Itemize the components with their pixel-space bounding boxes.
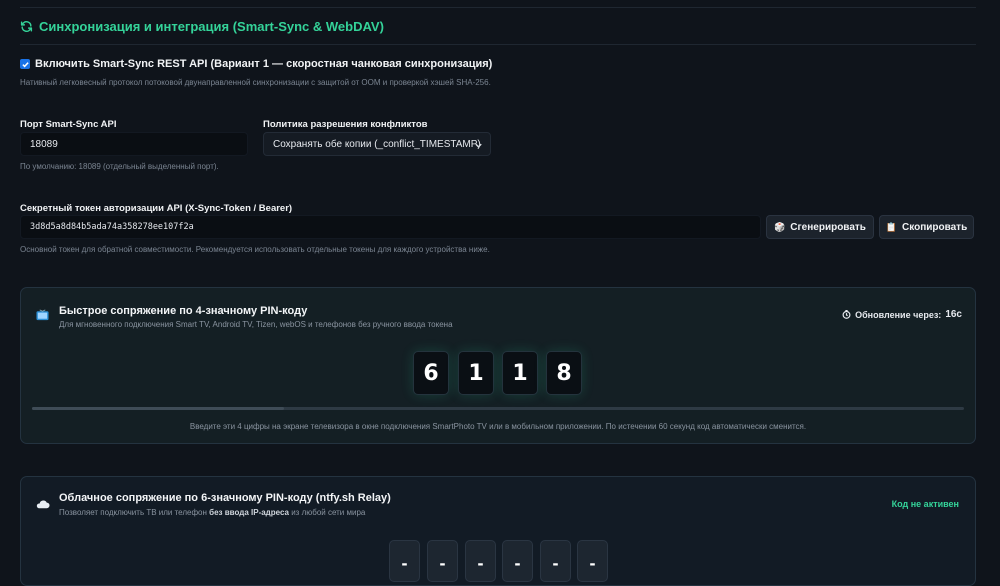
conflict-policy-select[interactable]: Сохранять обе копии (_conflict_TIMESTAMP…	[263, 132, 491, 156]
pin4-card: Быстрое сопряжение по 4-значному PIN-код…	[20, 287, 976, 444]
pin6-subtitle-pre: Позволяет подключить ТВ или телефон	[59, 508, 210, 517]
enable-api-hint: Нативный легковесный протокол потоковой …	[20, 78, 491, 87]
pin4-subtitle: Для мгновенного подключения Smart TV, An…	[59, 320, 453, 329]
pin6-digit: -	[389, 540, 420, 582]
conflict-policy-value: Сохранять обе копии (_conflict_TIMESTAMP…	[273, 138, 481, 150]
cloud-icon	[36, 500, 50, 509]
pin4-timer-value: 16с	[945, 309, 962, 320]
pin6-subtitle: Позволяет подключить ТВ или телефон без …	[59, 508, 365, 517]
section-title-text: Синхронизация и интеграция (Smart-Sync &…	[39, 19, 384, 34]
pin6-subtitle-bold: без ввода IP-адреса	[209, 508, 289, 517]
token-input[interactable]: 3d8d5a8d84b5ada74a358278ee107f2a	[20, 215, 761, 239]
pin4-progress-bar	[32, 407, 964, 410]
pin4-digit: 8	[546, 351, 582, 395]
port-hint: По умолчанию: 18089 (отдельный выделенны…	[20, 162, 219, 171]
checkmark-icon	[21, 61, 29, 67]
dice-icon: 🎲	[774, 221, 786, 232]
pin6-card: Облачное сопряжение по 6-значному PIN-ко…	[20, 476, 976, 586]
pin4-timer-label: Обновление через:	[855, 309, 942, 320]
top-divider	[20, 7, 976, 8]
generate-token-label: Сгенерировать	[790, 221, 866, 233]
enable-api-row[interactable]: Включить Smart-Sync REST API (Вариант 1 …	[20, 58, 492, 70]
pin6-digit: -	[427, 540, 458, 582]
port-label: Порт Smart-Sync API	[20, 119, 117, 130]
conflict-policy-label: Политика разрешения конфликтов	[263, 119, 428, 130]
enable-api-label: Включить Smart-Sync REST API (Вариант 1 …	[35, 58, 493, 70]
port-input[interactable]: 18089	[20, 132, 248, 156]
port-value: 18089	[30, 138, 58, 150]
copy-token-button[interactable]: 📋 Скопировать	[879, 215, 974, 239]
clipboard-icon: 📋	[885, 221, 897, 232]
section-divider	[20, 44, 976, 45]
pin6-digit: -	[465, 540, 496, 582]
copy-token-label: Скопировать	[901, 221, 968, 233]
pin4-digit: 1	[502, 351, 538, 395]
sync-icon	[20, 21, 33, 32]
pin6-title: Облачное сопряжение по 6-значному PIN-ко…	[59, 492, 391, 504]
token-label: Секретный токен авторизации API (X-Sync-…	[20, 203, 293, 214]
pin4-digit: 1	[458, 351, 494, 395]
enable-api-checkbox[interactable]	[20, 59, 30, 69]
pin6-status: Код не активен	[891, 499, 959, 509]
pin4-title: Быстрое сопряжение по 4-значному PIN-код…	[59, 305, 308, 317]
pin4-footer: Введите эти 4 цифры на экране телевизора…	[189, 422, 807, 431]
tv-icon	[36, 309, 49, 321]
chevron-down-icon	[475, 143, 482, 148]
pin6-digit: -	[502, 540, 533, 582]
pin6-subtitle-post: из любой сети мира	[288, 508, 366, 517]
clock-icon	[842, 310, 851, 319]
pin4-digit: 6	[413, 351, 449, 395]
generate-token-button[interactable]: 🎲 Сгенерировать	[766, 215, 874, 239]
pin6-digit: -	[577, 540, 608, 582]
pin4-timer: Обновление через: 16с	[842, 309, 962, 320]
token-value: 3d8d5a8d84b5ada74a358278ee107f2a	[30, 222, 194, 232]
token-hint: Основной токен для обратной совместимост…	[20, 245, 490, 254]
pin6-digit: -	[540, 540, 571, 582]
section-title: Синхронизация и интеграция (Smart-Sync &…	[20, 19, 384, 34]
pin4-progress-fill	[32, 407, 284, 410]
